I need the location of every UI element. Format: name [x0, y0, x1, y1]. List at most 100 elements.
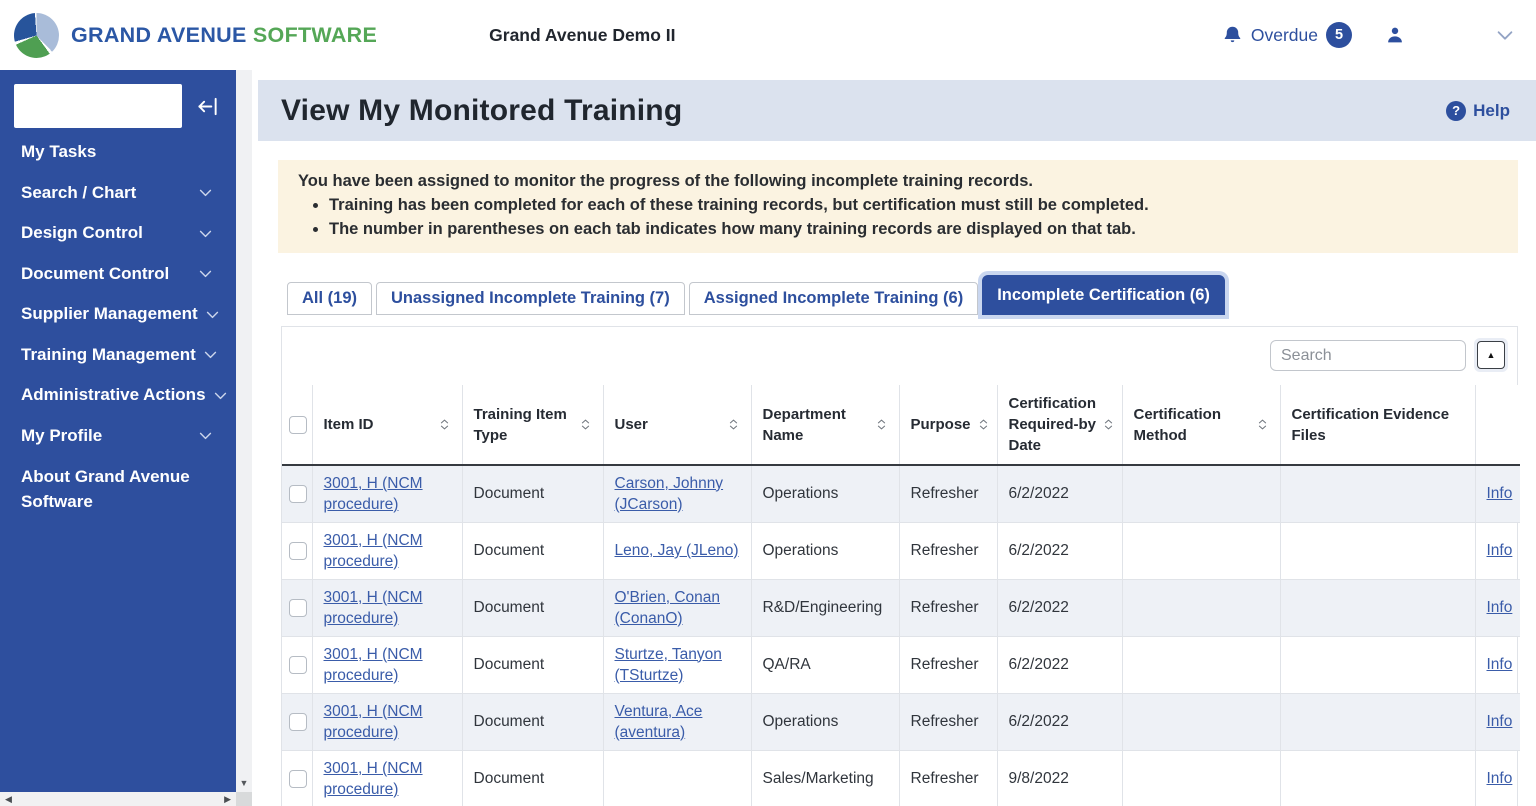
info-cell: Info: [1475, 636, 1520, 693]
row-checkbox[interactable]: [289, 770, 307, 788]
chevron-down-icon: [212, 387, 229, 404]
scroll-right-arrow-icon[interactable]: ▶: [224, 794, 231, 805]
certification-method-cell: [1122, 465, 1280, 522]
info-link[interactable]: Info: [1487, 713, 1513, 730]
select-all-checkbox[interactable]: [289, 416, 307, 434]
column-header-actions: [1475, 385, 1520, 465]
certification-method-cell: [1122, 579, 1280, 636]
certification-method-cell: [1122, 636, 1280, 693]
sort-icon: [579, 418, 592, 431]
column-header-label: Certification Required-by Date: [1009, 393, 1097, 456]
sidebar-item-design-control[interactable]: Design Control: [0, 213, 236, 254]
scroll-left-arrow-icon[interactable]: ◀: [5, 794, 12, 805]
sidebar-item-my-profile[interactable]: My Profile: [0, 416, 236, 457]
collapse-panel-button[interactable]: ▲: [1477, 341, 1505, 369]
checkbox-cell: [282, 465, 312, 522]
table-row: 3001, H (NCM procedure)DocumentVentura, …: [282, 693, 1520, 750]
sidebar-item-about-grand-avenue-software[interactable]: About Grand Avenue Software: [0, 456, 236, 514]
column-header-purpose[interactable]: Purpose: [899, 385, 997, 465]
sidebar-item-label: Search / Chart: [21, 183, 136, 203]
scroll-down-arrow-icon[interactable]: ▼: [236, 775, 252, 791]
sidebar-nav: My Tasks Search / Chart Design ControlDocu…: [0, 132, 236, 514]
chevron-down-icon: [197, 184, 214, 201]
notice-list: Training has been completed for each of …: [298, 193, 1498, 241]
row-checkbox[interactable]: [289, 713, 307, 731]
sidebar-horizontal-scrollbar[interactable]: ◀ ▶: [0, 792, 236, 806]
help-icon: ?: [1446, 101, 1466, 121]
account-chevron-down-icon[interactable]: [1494, 24, 1516, 46]
column-header-training-item-type[interactable]: Training Item Type: [462, 385, 603, 465]
row-checkbox[interactable]: [289, 542, 307, 560]
item-id-link[interactable]: 3001, H (NCM procedure): [324, 760, 423, 798]
purpose-cell: Refresher: [899, 465, 997, 522]
item-id-link[interactable]: 3001, H (NCM procedure): [324, 532, 423, 570]
item-id-link[interactable]: 3001, H (NCM procedure): [324, 475, 423, 513]
training-item-type-cell: Document: [462, 636, 603, 693]
column-header-user[interactable]: User: [603, 385, 751, 465]
item-id-link[interactable]: 3001, H (NCM procedure): [324, 589, 423, 627]
user-cell: Sturtze, Tanyon (TSturtze): [603, 636, 751, 693]
tab-incomplete-certification-6[interactable]: Incomplete Certification (6): [982, 275, 1225, 315]
user-link[interactable]: Sturtze, Tanyon (TSturtze): [615, 646, 722, 684]
table-body: 3001, H (NCM procedure) Document Carson, J…: [282, 465, 1520, 806]
column-header-certification-required-by-date[interactable]: Certification Required-by Date: [997, 385, 1122, 465]
column-header-item-id[interactable]: Item ID: [312, 385, 462, 465]
row-checkbox[interactable]: [289, 656, 307, 674]
info-cell: Info: [1475, 750, 1520, 806]
overdue-notifications-button[interactable]: Overdue 5: [1222, 22, 1352, 48]
table-search-input[interactable]: [1270, 340, 1466, 371]
chevron-down-icon: [197, 265, 214, 282]
row-checkbox[interactable]: [289, 485, 307, 503]
info-link[interactable]: Info: [1487, 599, 1513, 616]
sidebar-vertical-scrollbar[interactable]: ▼: [236, 70, 252, 806]
sidebar-item-administrative-actions[interactable]: Administrative Actions: [0, 375, 236, 416]
sidebar: My Tasks Search / Chart Design ControlDocu…: [0, 70, 236, 792]
table-row: 3001, H (NCM procedure)DocumentSales/Mar…: [282, 750, 1520, 806]
sidebar-search-input[interactable]: [14, 84, 182, 128]
sidebar-item-search-chart[interactable]: Search / Chart: [0, 173, 236, 214]
user-link[interactable]: Leno, Jay (JLeno): [615, 542, 739, 559]
info-cell: Info: [1475, 579, 1520, 636]
column-header-certification-method[interactable]: Certification Method: [1122, 385, 1280, 465]
column-header-department-name[interactable]: Department Name: [751, 385, 899, 465]
evidence-files-cell: [1280, 693, 1475, 750]
tab-unassigned-incomplete-training-7[interactable]: Unassigned Incomplete Training (7): [376, 282, 685, 315]
department-name-cell: Operations: [751, 522, 899, 579]
item-id-link[interactable]: 3001, H (NCM procedure): [324, 646, 423, 684]
sidebar-item-training-management[interactable]: Training Management: [0, 335, 236, 376]
collapse-sidebar-icon[interactable]: [196, 95, 219, 118]
chevron-down-icon: [204, 306, 221, 323]
certification-method-cell: [1122, 750, 1280, 806]
checkbox-cell: [282, 636, 312, 693]
user-link[interactable]: O'Brien, Conan (ConanO): [615, 589, 721, 627]
info-link[interactable]: Info: [1487, 485, 1513, 502]
main-content: View My Monitored Training ? Help You ha…: [252, 70, 1536, 806]
user-account-icon[interactable]: [1384, 24, 1406, 46]
user-link[interactable]: Ventura, Ace (aventura): [615, 703, 703, 741]
column-header-label: Certification Evidence Files: [1292, 404, 1464, 446]
brand-logo[interactable]: GRAND AVENUE SOFTWARE: [14, 13, 377, 58]
info-link[interactable]: Info: [1487, 770, 1513, 787]
overdue-count-badge: 5: [1326, 22, 1352, 48]
info-link[interactable]: Info: [1487, 542, 1513, 559]
help-link[interactable]: ? Help: [1446, 101, 1510, 121]
certification-method-cell: [1122, 522, 1280, 579]
table-row: 3001, H (NCM procedure)DocumentO'Brien, …: [282, 579, 1520, 636]
item-id-link[interactable]: 3001, H (NCM procedure): [324, 703, 423, 741]
column-header-label: User: [615, 414, 648, 435]
evidence-files-cell: [1280, 750, 1475, 806]
purpose-cell: Refresher: [899, 693, 997, 750]
table-panel: ▲ Item IDTraining Item Type User Departmen…: [281, 326, 1518, 806]
sidebar-item-document-control[interactable]: Document Control: [0, 254, 236, 295]
sidebar-item-my-tasks[interactable]: My Tasks: [0, 132, 236, 173]
sidebar-item-label: About Grand Avenue Software: [21, 464, 214, 514]
row-checkbox[interactable]: [289, 599, 307, 617]
user-link[interactable]: Carson, Johnny (JCarson): [615, 475, 724, 513]
sidebar-item-supplier-management[interactable]: Supplier Management: [0, 294, 236, 335]
required-by-date-cell: 6/2/2022: [997, 522, 1122, 579]
tab-assigned-incomplete-training-6[interactable]: Assigned Incomplete Training (6): [689, 282, 978, 315]
info-link[interactable]: Info: [1487, 656, 1513, 673]
column-header-label: Department Name: [763, 404, 869, 446]
tab-all-19[interactable]: All (19): [287, 282, 372, 315]
topbar: GRAND AVENUE SOFTWARE Grand Avenue Demo …: [0, 0, 1536, 70]
